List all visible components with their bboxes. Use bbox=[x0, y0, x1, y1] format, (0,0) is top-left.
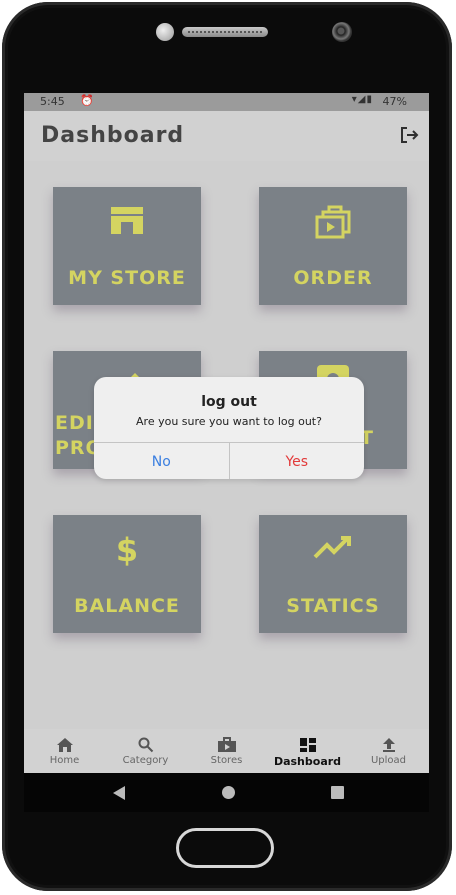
no-button[interactable]: No bbox=[94, 443, 230, 479]
screen: 5:45 ⏰ ▾◢▮ 47% Dashboard MY STORE ORDER … bbox=[24, 93, 429, 812]
dashboard-icon bbox=[298, 737, 318, 753]
dialog-title: log out bbox=[201, 394, 257, 410]
yes-button[interactable]: Yes bbox=[230, 443, 365, 479]
stores-icon bbox=[217, 737, 237, 753]
home-icon bbox=[55, 737, 75, 753]
home-circle-icon[interactable] bbox=[222, 786, 235, 799]
upload-icon bbox=[379, 737, 399, 753]
front-camera bbox=[332, 22, 352, 42]
nav-label: Stores bbox=[210, 755, 243, 766]
dialog-message: Are you sure you want to log out? bbox=[136, 415, 322, 428]
nav-label: Category bbox=[122, 755, 169, 766]
nav-category[interactable]: Category bbox=[105, 729, 186, 773]
nav-label: Dashboard bbox=[273, 755, 342, 768]
alarm-icon: ⏰ bbox=[80, 94, 94, 107]
recent-apps-icon[interactable] bbox=[331, 786, 344, 799]
system-navigation-bar bbox=[24, 773, 429, 812]
bottom-navigation: Home Category Stores Dashboard Upload bbox=[24, 729, 429, 773]
nav-stores[interactable]: Stores bbox=[186, 729, 267, 773]
nav-dashboard[interactable]: Dashboard bbox=[267, 729, 348, 773]
logout-dialog: log out Are you sure you want to log out… bbox=[94, 377, 364, 479]
earpiece-speaker bbox=[182, 27, 268, 37]
nav-label: Home bbox=[49, 755, 80, 766]
status-time: 5:45 bbox=[40, 95, 65, 108]
dialog-buttons: No Yes bbox=[94, 442, 364, 479]
search-icon bbox=[136, 737, 156, 753]
battery-percent: 47% bbox=[382, 95, 407, 108]
nav-home[interactable]: Home bbox=[24, 729, 105, 773]
status-bar: 5:45 ⏰ ▾◢▮ 47% bbox=[24, 93, 429, 111]
nav-label: Upload bbox=[370, 755, 407, 766]
proximity-sensor bbox=[156, 23, 174, 41]
hardware-home-button[interactable] bbox=[176, 828, 274, 868]
back-icon[interactable] bbox=[113, 786, 125, 800]
signal-icons: ▾◢▮ bbox=[351, 94, 373, 105]
nav-upload[interactable]: Upload bbox=[348, 729, 429, 773]
